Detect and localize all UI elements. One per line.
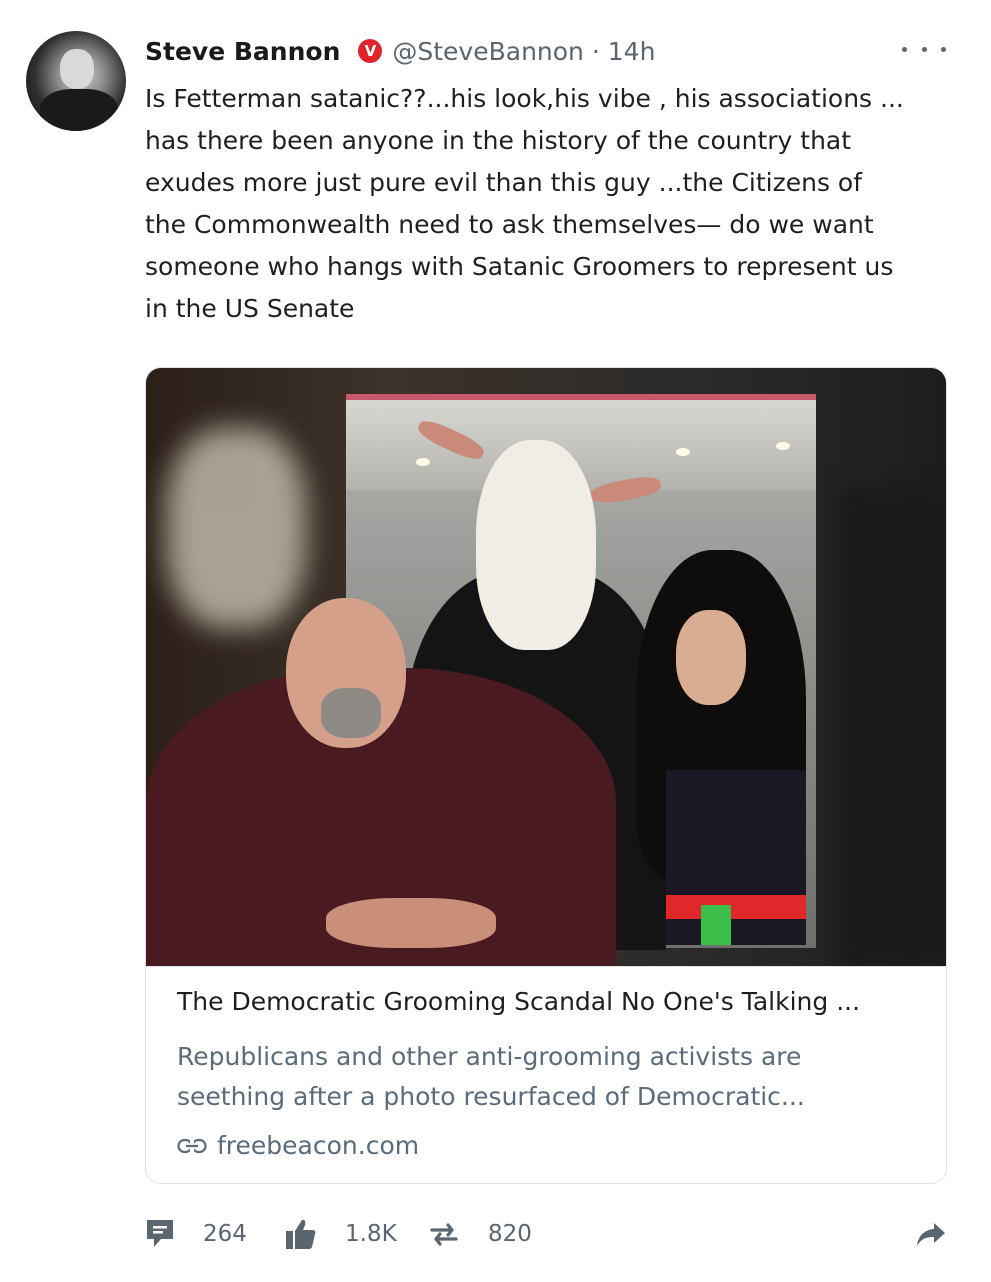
avatar-suit: [40, 89, 118, 131]
more-dots-icon[interactable]: [902, 34, 946, 64]
card-image[interactable]: [146, 368, 946, 966]
comment-button[interactable]: 264: [145, 1214, 247, 1254]
share-arrow-icon: [917, 1223, 945, 1246]
card-title[interactable]: The Democratic Grooming Scandal No One's…: [177, 987, 860, 1016]
verified-badge-icon: V: [358, 39, 383, 63]
card-body[interactable]: The Democratic Grooming Scandal No One's…: [146, 966, 946, 1183]
repost-icon: [430, 1223, 458, 1246]
action-bar: 264 1.8K 820: [145, 1214, 950, 1254]
tweet-header: Steve Bannon V @SteveBannon · 14h: [145, 34, 655, 68]
tweet-text: Is Fetterman satanic??...his look,his vi…: [145, 84, 904, 323]
link-icon: [177, 1138, 207, 1153]
avatar[interactable]: [26, 31, 126, 131]
author-handle[interactable]: @SteveBannon · 14h: [392, 37, 655, 66]
repost-count: 820: [488, 1221, 532, 1247]
repost-button[interactable]: 820: [428, 1214, 532, 1254]
link-preview-card[interactable]: The Democratic Grooming Scandal No One's…: [145, 367, 947, 1184]
share-button[interactable]: [915, 1214, 947, 1254]
blurred-mask-bg: [166, 428, 306, 628]
like-button[interactable]: 1.8K: [285, 1214, 397, 1254]
thumbs-up-icon: [286, 1219, 316, 1249]
tweet-time: 14h: [607, 36, 656, 66]
comment-count: 264: [203, 1221, 247, 1247]
card-description: Republicans and other anti-grooming acti…: [177, 1042, 805, 1111]
blurred-figure-bg: [836, 488, 946, 966]
author-name[interactable]: Steve Bannon: [145, 37, 340, 66]
goat-mask: [476, 440, 596, 650]
avatar-face: [60, 49, 94, 89]
like-count: 1.8K: [345, 1221, 397, 1247]
comment-icon: [147, 1220, 173, 1247]
card-domain[interactable]: freebeacon.com: [177, 1131, 419, 1160]
card-domain-text: freebeacon.com: [217, 1131, 420, 1160]
